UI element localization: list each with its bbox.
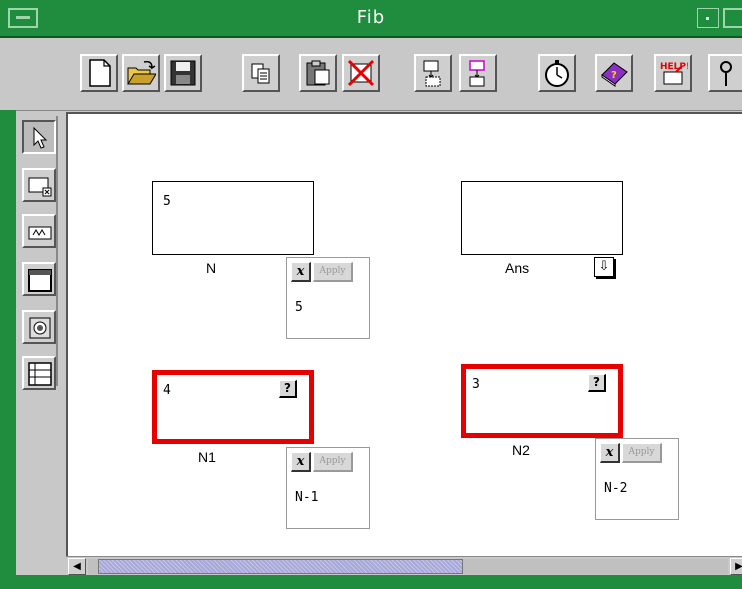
formula-n2-cancel-button[interactable]: x bbox=[600, 443, 620, 463]
save-icon bbox=[170, 60, 196, 86]
cell-n-label: N bbox=[206, 260, 217, 276]
cell-ans[interactable] bbox=[461, 181, 623, 255]
formula-n1-apply-button[interactable]: Apply bbox=[313, 452, 353, 472]
down-arrow-icon: ⇩ bbox=[598, 259, 610, 274]
window-title: Fib bbox=[356, 7, 386, 28]
right-arrow-icon: ▶ bbox=[735, 561, 742, 572]
list-tool[interactable] bbox=[22, 356, 56, 390]
cell-n2-query-button[interactable]: ? bbox=[588, 374, 606, 392]
scroll-left-button[interactable]: ◀ bbox=[68, 558, 86, 575]
radio-tool-icon bbox=[29, 317, 51, 339]
more-tools-button[interactable] bbox=[708, 54, 742, 92]
cell-n2[interactable]: 3 ? bbox=[461, 364, 623, 438]
left-arrow-icon: ◀ bbox=[73, 561, 81, 572]
window-bottom-border bbox=[0, 575, 742, 589]
open-icon bbox=[127, 60, 156, 85]
formula-n2[interactable]: x Apply N-2 bbox=[595, 438, 679, 520]
pointer-icon bbox=[33, 126, 48, 149]
horizontal-scrollbar[interactable]: ◀ ▶ bbox=[66, 556, 742, 576]
svg-text:HELP!: HELP! bbox=[660, 62, 688, 72]
book-icon: ? bbox=[601, 62, 628, 87]
formula-n1-cancel-button[interactable]: x bbox=[291, 452, 311, 472]
paste-button[interactable] bbox=[299, 54, 337, 92]
scroll-track[interactable] bbox=[88, 559, 728, 574]
radio-tool[interactable] bbox=[22, 310, 56, 344]
delete-icon bbox=[347, 59, 375, 87]
stopwatch-button[interactable] bbox=[538, 54, 576, 92]
formula-n-cancel-button[interactable]: x bbox=[291, 262, 311, 282]
cell-n1[interactable]: 4 ? bbox=[152, 370, 314, 444]
maximize-button[interactable] bbox=[723, 8, 742, 28]
toolbar: ? HELP! bbox=[0, 38, 742, 111]
new-button[interactable] bbox=[80, 54, 118, 92]
svg-text:?: ? bbox=[611, 70, 617, 81]
formula-n2-text[interactable]: N-2 bbox=[604, 481, 627, 496]
formula-tool[interactable] bbox=[22, 214, 56, 248]
paste-icon bbox=[306, 60, 330, 86]
box-tool-icon bbox=[28, 269, 52, 292]
key-icon bbox=[720, 61, 732, 86]
import-icon bbox=[423, 60, 441, 87]
formula-n2-apply-button[interactable]: Apply bbox=[622, 443, 662, 463]
scroll-right-button[interactable]: ▶ bbox=[730, 558, 742, 575]
down-arrow-button[interactable]: ⇩ bbox=[594, 257, 614, 277]
copy-button[interactable] bbox=[242, 54, 280, 92]
help-icon: HELP! bbox=[660, 62, 688, 85]
app-window: Fib ? HELP! 5 N x Apply 5 Ans ⇩ 4 ? N1 x… bbox=[0, 0, 742, 589]
cell-n[interactable]: 5 bbox=[152, 181, 314, 255]
formula-n[interactable]: x Apply 5 bbox=[286, 257, 370, 339]
save-button[interactable] bbox=[164, 54, 202, 92]
minimize-button[interactable] bbox=[697, 8, 719, 28]
formula-n-text[interactable]: 5 bbox=[295, 300, 303, 315]
box-tool[interactable] bbox=[22, 262, 56, 296]
tool-palette bbox=[16, 116, 58, 390]
cell-ans-label: Ans bbox=[505, 260, 530, 276]
formula-n-apply-button[interactable]: Apply bbox=[313, 262, 353, 282]
copy-icon bbox=[251, 63, 270, 84]
formula-n1[interactable]: x Apply N-1 bbox=[286, 447, 370, 529]
formula-n1-text[interactable]: N-1 bbox=[295, 490, 318, 505]
pointer-tool[interactable] bbox=[22, 120, 56, 154]
cell-tool-icon bbox=[28, 177, 52, 197]
help-button[interactable]: HELP! bbox=[654, 54, 692, 92]
cell-n1-label: N1 bbox=[198, 449, 216, 465]
cell-n-value: 5 bbox=[163, 194, 171, 209]
export-button[interactable] bbox=[459, 54, 497, 92]
delete-button[interactable] bbox=[342, 54, 380, 92]
formula-tool-icon bbox=[28, 226, 52, 240]
cell-n1-query-button[interactable]: ? bbox=[279, 380, 297, 398]
title-bar[interactable]: Fib bbox=[0, 0, 742, 38]
window-left-border bbox=[0, 110, 16, 589]
import-button[interactable] bbox=[414, 54, 452, 92]
cell-n1-value: 4 bbox=[163, 383, 171, 398]
open-button[interactable] bbox=[122, 54, 160, 92]
list-tool-icon bbox=[28, 362, 52, 386]
cell-tool[interactable] bbox=[22, 168, 56, 202]
new-icon bbox=[89, 59, 111, 87]
scroll-thumb[interactable] bbox=[98, 559, 463, 574]
export-icon bbox=[469, 60, 485, 87]
worksheet-canvas[interactable]: 5 N x Apply 5 Ans ⇩ 4 ? N1 x Apply N-1 3… bbox=[66, 112, 742, 556]
cell-n2-label: N2 bbox=[512, 442, 530, 458]
stopwatch-icon bbox=[545, 60, 569, 87]
book-button[interactable]: ? bbox=[595, 54, 633, 92]
cell-n2-value: 3 bbox=[472, 377, 480, 392]
